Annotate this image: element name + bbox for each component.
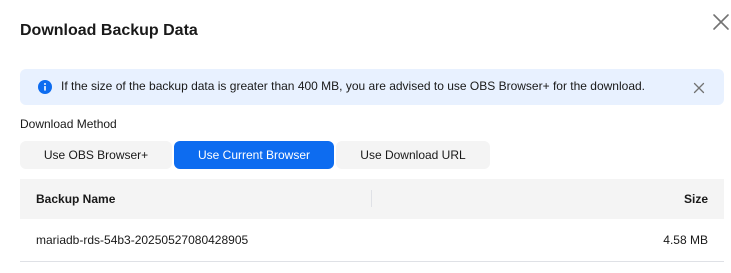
notice-close-button[interactable] bbox=[693, 81, 705, 94]
download-method-label: Download Method bbox=[20, 117, 117, 131]
download-method-selector: Use OBS Browser+ Use Current Browser Use… bbox=[20, 141, 490, 169]
size-cell: 4.58 MB bbox=[663, 233, 708, 247]
table-header: Backup Name Size bbox=[20, 179, 724, 219]
notice-text: If the size of the backup data is greate… bbox=[61, 79, 646, 93]
dialog-close-button[interactable] bbox=[711, 12, 731, 32]
info-icon bbox=[38, 80, 52, 94]
table-row: mariadb-rds-54b3-20250527080428905 4.58 … bbox=[20, 219, 724, 262]
column-header-size: Size bbox=[683, 192, 708, 206]
option-use-download-url[interactable]: Use Download URL bbox=[336, 141, 490, 169]
column-resize-handle[interactable] bbox=[371, 190, 372, 207]
info-notice: If the size of the backup data is greate… bbox=[20, 69, 724, 105]
close-icon bbox=[693, 82, 705, 94]
dialog-title: Download Backup Data bbox=[20, 22, 198, 39]
option-use-obs-browser[interactable]: Use OBS Browser+ bbox=[20, 141, 172, 169]
close-icon bbox=[713, 14, 729, 30]
backup-name-cell: mariadb-rds-54b3-20250527080428905 bbox=[36, 233, 249, 247]
option-use-current-browser[interactable]: Use Current Browser bbox=[174, 141, 334, 169]
download-backup-dialog: Download Backup Data If the size of the … bbox=[0, 0, 731, 273]
column-header-backup-name: Backup Name bbox=[36, 192, 116, 206]
backup-table: Backup Name Size mariadb-rds-54b3-202505… bbox=[20, 179, 724, 262]
